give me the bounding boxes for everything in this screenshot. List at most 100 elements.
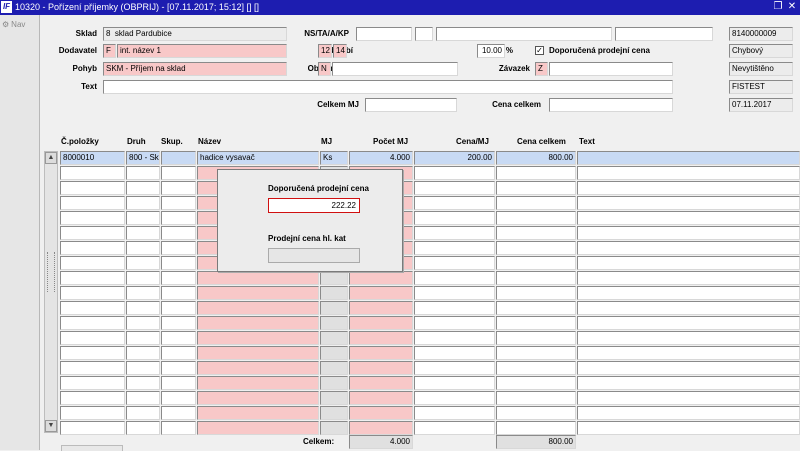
cell-skup[interactable] bbox=[161, 151, 196, 165]
cell-text[interactable] bbox=[577, 166, 800, 180]
cell-text[interactable] bbox=[577, 286, 800, 300]
cell-druh[interactable] bbox=[126, 316, 160, 330]
cell-pocet[interactable] bbox=[349, 286, 413, 300]
cell-text[interactable] bbox=[577, 241, 800, 255]
cell-skup[interactable] bbox=[161, 226, 196, 240]
cell-cena-mj[interactable] bbox=[414, 271, 495, 285]
cell-polozka[interactable] bbox=[60, 331, 125, 345]
cell-cena-celkem[interactable] bbox=[496, 241, 576, 255]
scroll-grip[interactable] bbox=[47, 252, 55, 292]
cell-text[interactable] bbox=[577, 346, 800, 360]
cell-cena-mj[interactable] bbox=[414, 166, 495, 180]
cell-skup[interactable] bbox=[161, 316, 196, 330]
cell-druh[interactable] bbox=[126, 256, 160, 270]
cell-druh[interactable] bbox=[126, 301, 160, 315]
cell-polozka[interactable] bbox=[60, 166, 125, 180]
cell-cena-mj[interactable] bbox=[414, 196, 495, 210]
cell-pocet[interactable] bbox=[349, 406, 413, 420]
cell-polozka[interactable] bbox=[60, 376, 125, 390]
cell-cena-celkem[interactable] bbox=[496, 196, 576, 210]
cell-druh[interactable] bbox=[126, 286, 160, 300]
cell-skup[interactable] bbox=[161, 196, 196, 210]
obdobi-year-field[interactable]: 14 bbox=[333, 44, 347, 58]
cell-cena-celkem[interactable] bbox=[496, 316, 576, 330]
cell-skup[interactable] bbox=[161, 331, 196, 345]
cell-druh[interactable] bbox=[126, 331, 160, 345]
cell-druh[interactable] bbox=[126, 346, 160, 360]
cell-nazev[interactable] bbox=[197, 301, 319, 315]
col-header-pocet[interactable]: Počet MJ bbox=[373, 136, 408, 148]
cell-cena-celkem[interactable] bbox=[496, 166, 576, 180]
cell-cena-mj[interactable] bbox=[414, 226, 495, 240]
cell-mj[interactable] bbox=[320, 286, 348, 300]
cell-skup[interactable] bbox=[161, 271, 196, 285]
cell-text[interactable] bbox=[577, 391, 800, 405]
cell-pocet[interactable] bbox=[349, 301, 413, 315]
cell-text[interactable] bbox=[577, 151, 800, 165]
cena-celkem-field[interactable] bbox=[549, 98, 673, 112]
cell-text[interactable] bbox=[577, 301, 800, 315]
col-header-skup[interactable]: Skup. bbox=[161, 136, 183, 148]
cell-mj[interactable] bbox=[320, 346, 348, 360]
cell-skup[interactable] bbox=[161, 181, 196, 195]
cell-cena-celkem[interactable] bbox=[496, 376, 576, 390]
cell-polozka[interactable] bbox=[60, 316, 125, 330]
cell-druh[interactable] bbox=[126, 211, 160, 225]
cell-polozka[interactable] bbox=[60, 406, 125, 420]
text-field[interactable] bbox=[103, 80, 673, 94]
cell-polozka[interactable] bbox=[60, 241, 125, 255]
cell-text[interactable] bbox=[577, 376, 800, 390]
cell-mj[interactable] bbox=[320, 421, 348, 435]
cell-cena-mj[interactable] bbox=[414, 376, 495, 390]
cell-polozka[interactable] bbox=[60, 361, 125, 375]
cell-cena-mj[interactable] bbox=[414, 256, 495, 270]
objednavka-field[interactable] bbox=[332, 62, 458, 76]
cell-cena-mj[interactable] bbox=[414, 421, 495, 435]
cell-polozka[interactable]: 8000010 bbox=[60, 151, 125, 165]
cell-cena-celkem[interactable] bbox=[496, 286, 576, 300]
cell-mj[interactable] bbox=[320, 361, 348, 375]
cell-cena-mj[interactable] bbox=[414, 286, 495, 300]
cell-cena-celkem[interactable] bbox=[496, 406, 576, 420]
datum-field[interactable]: 07.11.2017 bbox=[729, 98, 793, 112]
cell-nazev[interactable]: hadice vysavač bbox=[197, 151, 319, 165]
close-window-icon[interactable]: ✕ bbox=[786, 0, 798, 14]
cell-polozka[interactable] bbox=[60, 256, 125, 270]
cell-mj[interactable]: Ks bbox=[320, 151, 348, 165]
cell-druh[interactable]: 800 - Skl bbox=[126, 151, 160, 165]
cell-druh[interactable] bbox=[126, 376, 160, 390]
cell-skup[interactable] bbox=[161, 406, 196, 420]
nav-button[interactable]: ⚙ Nav bbox=[2, 20, 25, 29]
cell-nazev[interactable] bbox=[197, 361, 319, 375]
cell-mj[interactable] bbox=[320, 271, 348, 285]
cell-polozka[interactable] bbox=[60, 286, 125, 300]
cell-cena-celkem[interactable] bbox=[496, 346, 576, 360]
cell-skup[interactable] bbox=[161, 421, 196, 435]
cell-cena-mj[interactable] bbox=[414, 406, 495, 420]
ns-field-1[interactable] bbox=[356, 27, 412, 41]
cell-cena-mj[interactable] bbox=[414, 211, 495, 225]
cell-pocet[interactable] bbox=[349, 316, 413, 330]
objednavka-code-field[interactable]: N bbox=[318, 62, 331, 76]
col-header-polozka[interactable]: Č.položky bbox=[61, 136, 99, 148]
cell-cena-celkem[interactable] bbox=[496, 361, 576, 375]
col-header-druh[interactable]: Druh bbox=[127, 136, 146, 148]
cell-nazev[interactable] bbox=[197, 346, 319, 360]
cell-cena-celkem[interactable] bbox=[496, 211, 576, 225]
obdobi-month-field[interactable]: 12 bbox=[318, 44, 332, 58]
stav-field[interactable]: Chybový bbox=[729, 44, 793, 58]
cell-cena-celkem[interactable] bbox=[496, 226, 576, 240]
cell-text[interactable] bbox=[577, 331, 800, 345]
bottom-tab[interactable] bbox=[61, 445, 123, 451]
cell-cena-mj[interactable] bbox=[414, 346, 495, 360]
cell-pocet[interactable] bbox=[349, 361, 413, 375]
cell-druh[interactable] bbox=[126, 166, 160, 180]
col-header-cena-mj[interactable]: Cena/MJ bbox=[456, 136, 489, 148]
cell-pocet[interactable] bbox=[349, 346, 413, 360]
cell-cena-celkem[interactable] bbox=[496, 271, 576, 285]
cell-mj[interactable] bbox=[320, 301, 348, 315]
cell-skup[interactable] bbox=[161, 256, 196, 270]
cell-text[interactable] bbox=[577, 196, 800, 210]
cell-polozka[interactable] bbox=[60, 346, 125, 360]
cell-cena-celkem[interactable] bbox=[496, 391, 576, 405]
